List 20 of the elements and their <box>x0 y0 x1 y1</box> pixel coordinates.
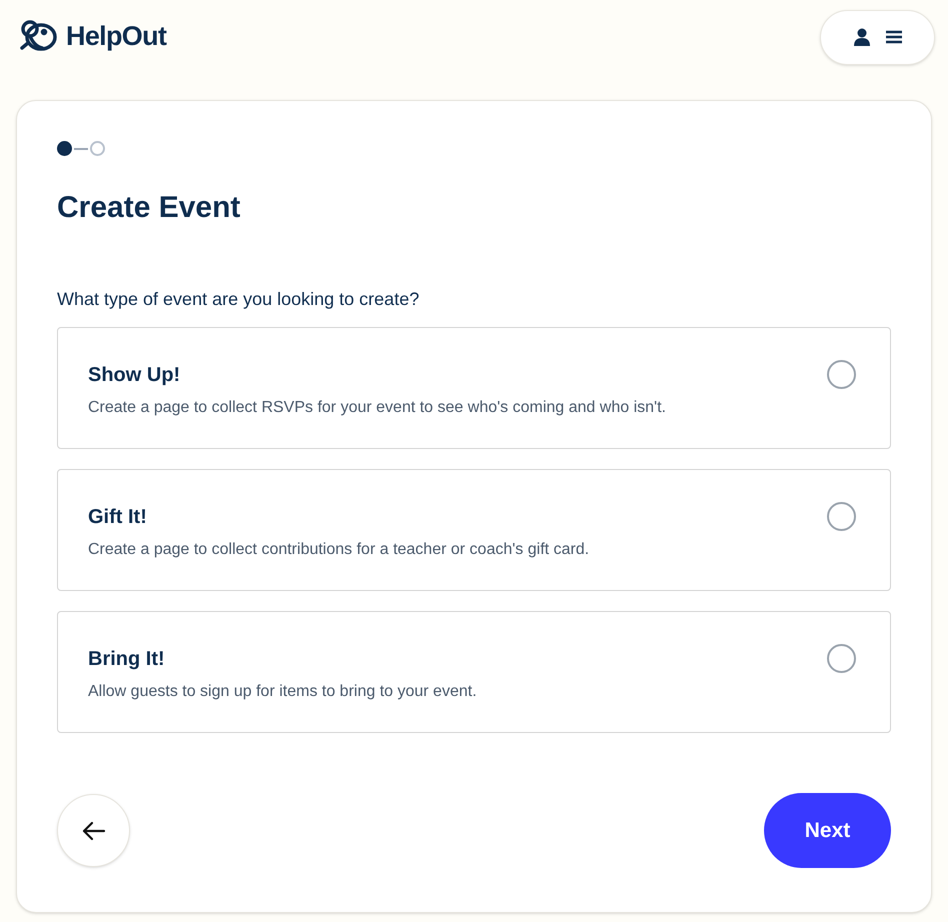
option-title: Bring It! <box>88 647 166 672</box>
option-title: Gift It! <box>88 505 148 530</box>
user-icon <box>854 28 870 46</box>
next-button[interactable]: Next <box>764 793 891 868</box>
option-description: Create a page to collect contributions for a teacher or coach's gift card. <box>88 540 590 560</box>
radio-button[interactable] <box>827 644 856 673</box>
event-type-option[interactable]: Bring It! Allow guests to sign up for items to bring to your event. <box>57 611 891 733</box>
menu-icon <box>886 30 902 44</box>
event-type-option[interactable]: Show Up! Create a page to collect RSVPs for your event to see who's coming and who isn't. <box>57 327 891 449</box>
question-text: What type of event are you looking to create? <box>57 288 420 311</box>
option-description: Create a page to collect RSVPs for your event to see who's coming and who isn't. <box>88 398 666 418</box>
account-menu-button[interactable] <box>820 10 935 64</box>
arrow-left-icon <box>82 820 106 840</box>
radio-button[interactable] <box>827 502 856 531</box>
brand-name: HelpOut <box>66 20 166 53</box>
option-title: Show Up! <box>88 363 182 388</box>
option-description: Allow guests to sign up for items to bring to your event. <box>88 682 477 702</box>
page-title: Create Event <box>57 190 242 226</box>
radio-button[interactable] <box>827 360 856 389</box>
event-type-option[interactable]: Gift It! Create a page to collect contributions for a teacher or coach's gift card. <box>57 469 891 591</box>
